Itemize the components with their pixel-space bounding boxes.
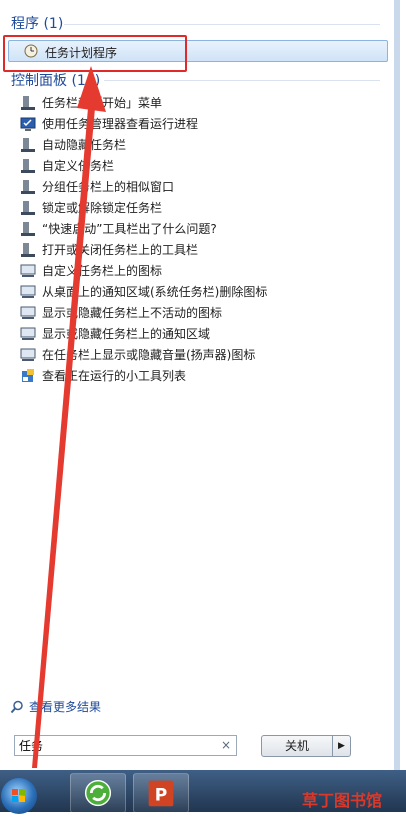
taskbar-app-powerpoint[interactable]: P (133, 773, 189, 813)
start-menu: 程序 (1) 任务计划程序 控制面板 (14) 任务栏和「开始」菜单 使用任务管… (0, 0, 400, 770)
powerpoint-icon: P (148, 780, 174, 807)
search-box[interactable]: × (14, 735, 237, 756)
list-item[interactable]: “快速启动”工具栏出了什么问题? (20, 218, 267, 239)
monitor-icon (20, 285, 36, 298)
clear-search-icon[interactable]: × (221, 738, 231, 752)
svg-text:P: P (155, 786, 168, 806)
monitor-icon (20, 264, 36, 277)
list-item[interactable]: 显示或隐藏任务栏上的通知区域 (20, 323, 267, 344)
taskbar-icon (21, 200, 35, 215)
list-item[interactable]: 任务栏和「开始」菜单 (20, 92, 267, 113)
taskbar-icon (21, 242, 35, 257)
programs-header: 程序 (1) (11, 16, 64, 32)
taskbar-app-browser[interactable] (70, 773, 126, 813)
list-item[interactable]: 自动隐藏任务栏 (20, 134, 267, 155)
list-item[interactable]: 查看正在运行的小工具列表 (20, 365, 267, 386)
annotation-highlight-box (3, 35, 187, 72)
control-panel-header: 控制面板 (14) (11, 73, 101, 89)
start-button[interactable] (1, 778, 37, 814)
refresh-globe-icon (84, 779, 112, 807)
gadget-icon (22, 368, 34, 382)
see-more-results-link[interactable]: 查看更多结果 (10, 698, 101, 715)
monitor-check-icon (20, 117, 36, 131)
control-panel-list: 任务栏和「开始」菜单 使用任务管理器查看运行进程 自动隐藏任务栏 自定义任务栏 … (20, 92, 267, 386)
shutdown-button[interactable]: 关机 (261, 735, 333, 757)
monitor-icon (20, 348, 36, 361)
list-item[interactable]: 使用任务管理器查看运行进程 (20, 113, 267, 134)
search-icon (10, 700, 23, 713)
list-item[interactable]: 在任务栏上显示或隐藏音量(扬声器)图标 (20, 344, 267, 365)
monitor-icon (20, 327, 36, 340)
list-item[interactable]: 打开或关闭任务栏上的工具栏 (20, 239, 267, 260)
programs-separator (64, 24, 380, 25)
list-item[interactable]: 自定义任务栏上的图标 (20, 260, 267, 281)
taskbar-icon (21, 179, 35, 194)
list-item[interactable]: 从桌面上的通知区域(系统任务栏)删除图标 (20, 281, 267, 302)
list-item[interactable]: 分组任务栏上的相似窗口 (20, 176, 267, 197)
windows-logo-icon (12, 789, 25, 802)
taskbar-icon (21, 158, 35, 173)
list-item[interactable]: 自定义任务栏 (20, 155, 267, 176)
taskbar-icon (21, 221, 35, 236)
search-input[interactable] (19, 738, 214, 753)
list-item[interactable]: 锁定或解除锁定任务栏 (20, 197, 267, 218)
control-panel-separator (104, 80, 380, 81)
shutdown-options-arrow-icon[interactable]: ▶ (332, 735, 351, 757)
taskbar-icon (21, 137, 35, 152)
monitor-icon (20, 306, 36, 319)
taskbar-icon (21, 95, 35, 110)
watermark: 草丁图书馆 (302, 791, 383, 810)
list-item[interactable]: 显示或隐藏任务栏上不活动的图标 (20, 302, 267, 323)
